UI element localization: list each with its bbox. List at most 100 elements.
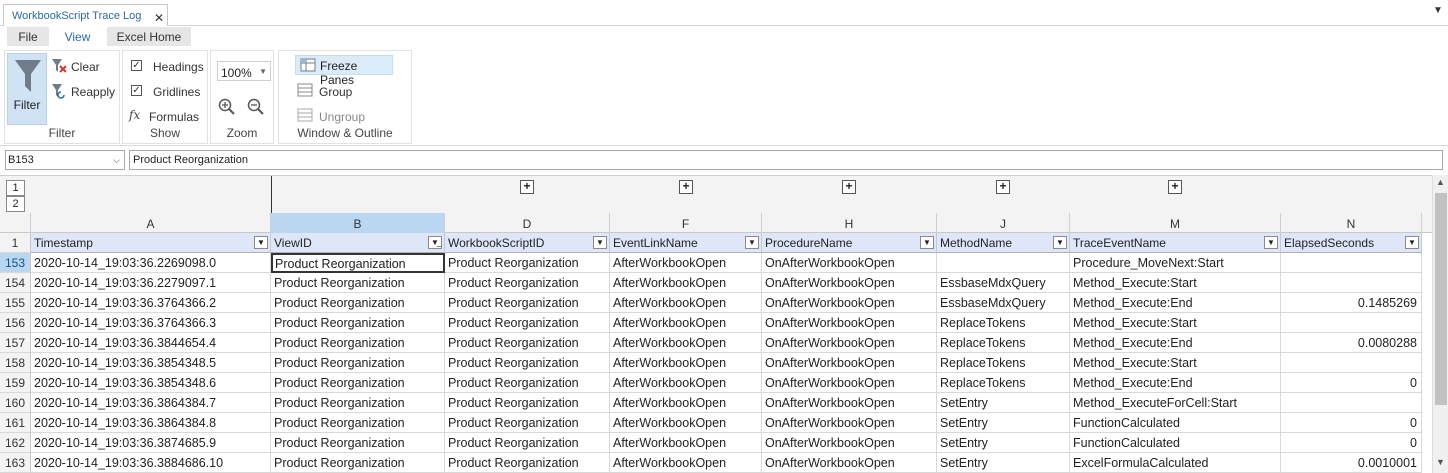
cell-workbook-script-id[interactable]: Product Reorganization (445, 273, 610, 293)
select-all-corner[interactable] (0, 213, 31, 233)
cell-elapsed-seconds[interactable]: 0.0080288 (1281, 333, 1422, 353)
cell-view-id[interactable]: Product Reorganization (271, 293, 445, 313)
formula-input[interactable]: Product Reorganization (129, 150, 1443, 170)
cell-procedure-name[interactable]: OnAfterWorkbookOpen (762, 253, 937, 273)
cell-elapsed-seconds[interactable] (1281, 353, 1422, 373)
cell-workbook-script-id[interactable]: Product Reorganization (445, 433, 610, 453)
column-header-j[interactable]: J (937, 213, 1070, 233)
filter-applied-icon[interactable]: ▼̲ (428, 236, 442, 249)
row-number[interactable]: 154 (0, 273, 31, 293)
cell-workbook-script-id[interactable]: Product Reorganization (445, 413, 610, 433)
row-number[interactable]: 153 (0, 253, 31, 273)
row-number[interactable]: 155 (0, 293, 31, 313)
cell-method-name[interactable]: ReplaceTokens (937, 313, 1070, 333)
row-number[interactable]: 158 (0, 353, 31, 373)
cell-workbook-script-id[interactable]: Product Reorganization (445, 313, 610, 333)
cell-event-link-name[interactable]: AfterWorkbookOpen (610, 313, 762, 333)
column-header-b[interactable]: B (271, 213, 445, 233)
expand-group-icon[interactable]: + (996, 180, 1010, 194)
filter-dropdown-icon[interactable]: ▼ (1405, 236, 1419, 249)
cell-procedure-name[interactable]: OnAfterWorkbookOpen (762, 353, 937, 373)
filter-dropdown-icon[interactable]: ▼ (1264, 236, 1278, 249)
cell-procedure-name[interactable]: OnAfterWorkbookOpen (762, 313, 937, 333)
cell-view-id[interactable]: Product Reorganization (271, 413, 445, 433)
cell-method-name[interactable] (937, 253, 1070, 273)
cell-view-id[interactable]: Product Reorganization (271, 373, 445, 393)
row-number[interactable]: 160 (0, 393, 31, 413)
gridlines-checkbox[interactable]: ✓ Gridlines (131, 82, 207, 102)
cell-elapsed-seconds[interactable]: 0 (1281, 373, 1422, 393)
filter-dropdown-icon[interactable]: ▼ (593, 236, 607, 249)
cell-method-name[interactable]: ReplaceTokens (937, 353, 1070, 373)
clear-filter-button[interactable]: Clear (51, 57, 117, 77)
filter-dropdown-icon[interactable]: ▼ (745, 236, 759, 249)
cell-timestamp[interactable]: 2020-10-14_19:03:36.3844654.4 (31, 333, 271, 353)
zoom-select[interactable]: 100% ▼ (217, 61, 271, 81)
group-button[interactable]: Group (297, 82, 377, 102)
cell-procedure-name[interactable]: OnAfterWorkbookOpen (762, 453, 937, 473)
filter-button[interactable]: Filter (7, 53, 47, 125)
cell-method-name[interactable]: SetEntry (937, 453, 1070, 473)
cell-timestamp[interactable]: 2020-10-14_19:03:36.3764366.3 (31, 313, 271, 333)
cell-procedure-name[interactable]: OnAfterWorkbookOpen (762, 413, 937, 433)
cell-method-name[interactable]: ReplaceTokens (937, 373, 1070, 393)
filter-dropdown-icon[interactable]: ▼ (1053, 236, 1067, 249)
cell-elapsed-seconds[interactable] (1281, 313, 1422, 333)
zoom-out-icon[interactable] (247, 98, 265, 116)
cell-workbook-script-id[interactable]: Product Reorganization (445, 373, 610, 393)
cell-trace-event-name[interactable]: Method_Execute:End (1070, 333, 1281, 353)
cell-timestamp[interactable]: 2020-10-14_19:03:36.3864384.7 (31, 393, 271, 413)
cell-trace-event-name[interactable]: Method_Execute:End (1070, 373, 1281, 393)
cell-workbook-script-id[interactable]: Product Reorganization (445, 353, 610, 373)
window-menu-chevron-icon[interactable]: ▼ (1433, 5, 1443, 16)
cell-view-id[interactable]: Product Reorganization (271, 273, 445, 293)
cell-workbook-script-id[interactable]: Product Reorganization (445, 253, 610, 273)
cell-trace-event-name[interactable]: Method_Execute:Start (1070, 353, 1281, 373)
expand-group-icon[interactable]: + (679, 180, 693, 194)
column-header-h[interactable]: H (762, 213, 937, 233)
scroll-up-icon[interactable]: ▲ (1436, 177, 1445, 187)
cell-workbook-script-id[interactable]: Product Reorganization (445, 293, 610, 313)
outline-level-1-button[interactable]: 1 (6, 180, 25, 196)
row-number[interactable]: 161 (0, 413, 31, 433)
cell-event-link-name[interactable]: AfterWorkbookOpen (610, 373, 762, 393)
cell-procedure-name[interactable]: OnAfterWorkbookOpen (762, 333, 937, 353)
cell-workbook-script-id[interactable]: Product Reorganization (445, 333, 610, 353)
cell-elapsed-seconds[interactable] (1281, 273, 1422, 293)
cell-timestamp[interactable]: 2020-10-14_19:03:36.2279097.1 (31, 273, 271, 293)
headings-checkbox[interactable]: ✓ Headings (131, 57, 207, 77)
filter-dropdown-icon[interactable]: ▼ (254, 236, 268, 249)
cell-event-link-name[interactable]: AfterWorkbookOpen (610, 413, 762, 433)
freeze-panes-button[interactable]: Freeze Panes (295, 55, 393, 87)
cell-timestamp[interactable]: 2020-10-14_19:03:36.3884686.10 (31, 453, 271, 473)
scroll-down-icon[interactable]: ▼ (1436, 457, 1445, 467)
cell-trace-event-name[interactable]: FunctionCalculated (1070, 413, 1281, 433)
row-number[interactable]: 156 (0, 313, 31, 333)
formulas-button[interactable]: fx Formulas (129, 107, 205, 127)
cell-event-link-name[interactable]: AfterWorkbookOpen (610, 293, 762, 313)
cell-trace-event-name[interactable]: Method_Execute:Start (1070, 313, 1281, 333)
cell-view-id[interactable]: Product Reorganization (271, 333, 445, 353)
zoom-in-icon[interactable] (218, 98, 236, 116)
cell-timestamp[interactable]: 2020-10-14_19:03:36.3854348.6 (31, 373, 271, 393)
cell-elapsed-seconds[interactable] (1281, 253, 1422, 273)
cell-view-id[interactable]: Product Reorganization (271, 453, 445, 473)
close-icon[interactable]: ✕ (154, 11, 164, 25)
cell-view-id[interactable]: Product Reorganization (271, 353, 445, 373)
cell-event-link-name[interactable]: AfterWorkbookOpen (610, 253, 762, 273)
cell-timestamp[interactable]: 2020-10-14_19:03:36.3764366.2 (31, 293, 271, 313)
reapply-filter-button[interactable]: Reapply (51, 82, 119, 102)
vertical-scrollbar[interactable]: ▲ ▼ (1432, 175, 1448, 473)
cell-trace-event-name[interactable]: Method_ExecuteForCell:Start (1070, 393, 1281, 413)
column-header-d[interactable]: D (445, 213, 610, 233)
tab-excel-home[interactable]: Excel Home (107, 27, 191, 46)
cell-method-name[interactable]: SetEntry (937, 393, 1070, 413)
cell-event-link-name[interactable]: AfterWorkbookOpen (610, 453, 762, 473)
cell-view-id[interactable]: Product Reorganization (271, 433, 445, 453)
cell-timestamp[interactable]: 2020-10-14_19:03:36.3864384.8 (31, 413, 271, 433)
cell-view-id[interactable]: Product Reorganization (271, 393, 445, 413)
outline-level-2-button[interactable]: 2 (6, 196, 25, 212)
cell-method-name[interactable]: EssbaseMdxQuery (937, 273, 1070, 293)
ungroup-button[interactable]: Ungroup (297, 107, 387, 127)
cell-trace-event-name[interactable]: Method_Execute:End (1070, 293, 1281, 313)
